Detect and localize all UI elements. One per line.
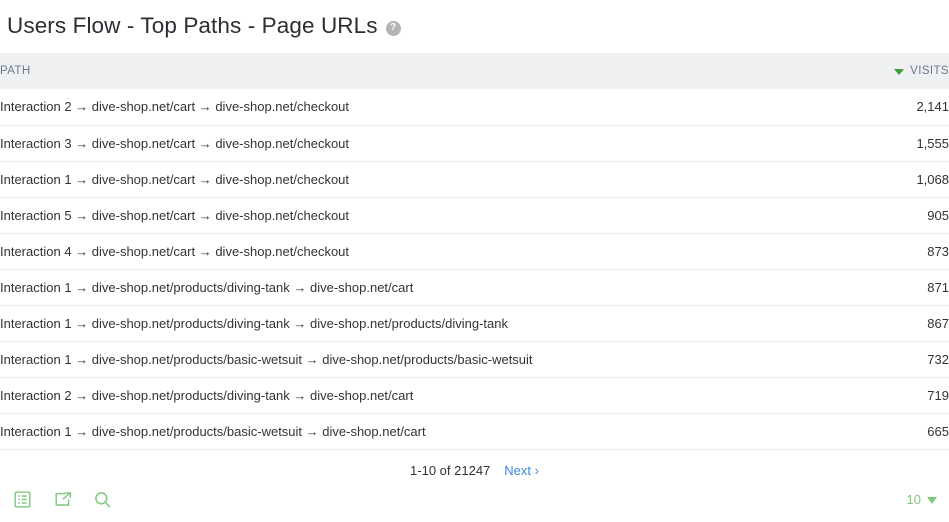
table-row[interactable]: Interaction 2 → dive-shop.net/cart → div…	[0, 89, 949, 125]
cell-visits: 2,141	[809, 89, 949, 125]
footer-toolbar: 10	[0, 482, 949, 516]
cell-visits: 1,555	[809, 125, 949, 161]
cell-path: Interaction 5 → dive-shop.net/cart → div…	[0, 197, 809, 233]
page-title-bar: Users Flow - Top Paths - Page URLs ?	[0, 0, 949, 53]
pagination-next-link[interactable]: Next ›	[504, 463, 539, 478]
table-header: PATH VISITS	[0, 53, 949, 89]
cell-visits: 873	[809, 233, 949, 269]
cell-visits: 1,068	[809, 161, 949, 197]
table-row[interactable]: Interaction 3 → dive-shop.net/cart → div…	[0, 125, 949, 161]
chevron-down-icon	[927, 497, 937, 504]
table-row[interactable]: Interaction 5 → dive-shop.net/cart → div…	[0, 197, 949, 233]
cell-path: Interaction 4 → dive-shop.net/cart → div…	[0, 233, 809, 269]
export-icon[interactable]	[53, 490, 72, 509]
table-row[interactable]: Interaction 1 → dive-shop.net/products/b…	[0, 341, 949, 377]
cell-path: Interaction 1 → dive-shop.net/products/d…	[0, 305, 809, 341]
cell-visits: 719	[809, 377, 949, 413]
column-header-path[interactable]: PATH	[0, 53, 809, 89]
rows-per-page-select[interactable]: 10	[907, 492, 937, 507]
column-header-visits[interactable]: VISITS	[809, 53, 949, 89]
table-row[interactable]: Interaction 1 → dive-shop.net/products/d…	[0, 269, 949, 305]
column-header-visits-label: VISITS	[910, 65, 949, 77]
table-row[interactable]: Interaction 1 → dive-shop.net/products/b…	[0, 413, 949, 449]
table-header-row: PATH VISITS	[0, 53, 949, 89]
cell-path: Interaction 1 → dive-shop.net/products/d…	[0, 269, 809, 305]
page-title: Users Flow - Top Paths - Page URLs	[7, 15, 378, 38]
help-icon-glyph: ?	[390, 23, 396, 33]
cell-visits: 867	[809, 305, 949, 341]
users-flow-report-panel: Users Flow - Top Paths - Page URLs ? PAT…	[0, 0, 949, 522]
cell-path: Interaction 1 → dive-shop.net/products/b…	[0, 413, 809, 449]
footer-icon-group	[13, 490, 112, 509]
table-row[interactable]: Interaction 4 → dive-shop.net/cart → div…	[0, 233, 949, 269]
cell-path: Interaction 1 → dive-shop.net/products/b…	[0, 341, 809, 377]
table-row[interactable]: Interaction 1 → dive-shop.net/products/d…	[0, 305, 949, 341]
cell-path: Interaction 3 → dive-shop.net/cart → div…	[0, 125, 809, 161]
table-view-icon[interactable]	[13, 490, 32, 509]
table-row[interactable]: Interaction 2 → dive-shop.net/products/d…	[0, 377, 949, 413]
cell-path: Interaction 1 → dive-shop.net/cart → div…	[0, 161, 809, 197]
cell-path: Interaction 2 → dive-shop.net/products/d…	[0, 377, 809, 413]
column-header-path-label: PATH	[0, 65, 31, 77]
cell-visits: 732	[809, 341, 949, 377]
search-icon[interactable]	[93, 490, 112, 509]
pagination-range: 1-10 of 21247	[410, 463, 490, 478]
rows-per-page-value: 10	[907, 492, 921, 507]
table-body: Interaction 2 → dive-shop.net/cart → div…	[0, 89, 949, 449]
cell-visits: 665	[809, 413, 949, 449]
top-paths-table: PATH VISITS Interaction 2 → dive-shop.ne…	[0, 53, 949, 450]
cell-visits: 871	[809, 269, 949, 305]
cell-visits: 905	[809, 197, 949, 233]
sort-descending-icon	[894, 69, 904, 75]
help-circle-icon[interactable]: ?	[386, 21, 401, 36]
table-row[interactable]: Interaction 1 → dive-shop.net/cart → div…	[0, 161, 949, 197]
cell-path: Interaction 2 → dive-shop.net/cart → div…	[0, 89, 809, 125]
